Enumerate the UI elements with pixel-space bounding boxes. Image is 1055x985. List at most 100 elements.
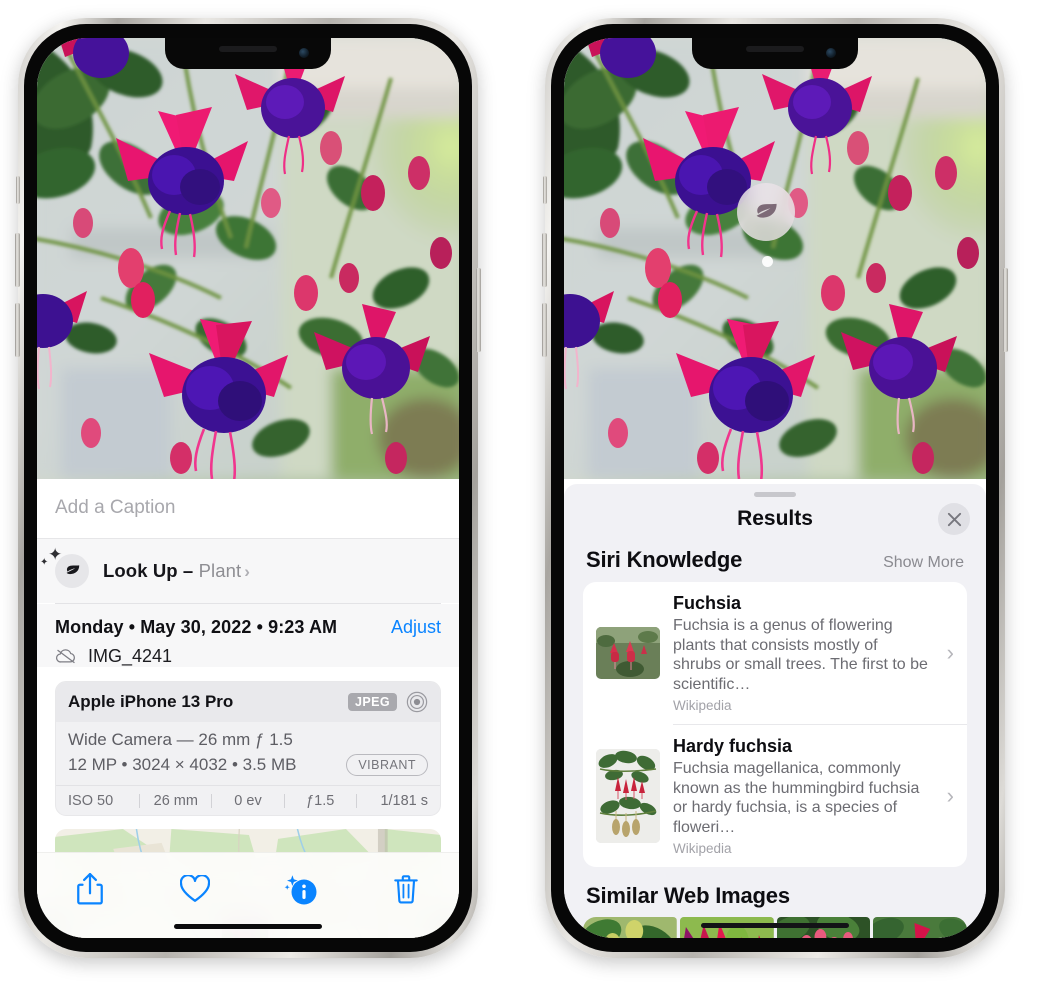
metadata-block: Monday • May 30, 2022 • 9:23 AM Adjust I…	[37, 603, 459, 667]
results-header: Results	[564, 497, 986, 541]
favorite-button[interactable]	[167, 867, 223, 911]
chevron-right-icon: ›	[946, 640, 954, 666]
sparkle-small-icon: ✦	[40, 556, 49, 568]
notch	[165, 38, 331, 69]
look-up-label: Look Up – Plant ›	[103, 560, 250, 582]
exif-aperture: ƒ1.5	[306, 792, 335, 809]
visual-look-up-badge[interactable]	[737, 183, 795, 241]
look-up-row[interactable]: ✦ ✦ Look Up – Plant ›	[37, 538, 459, 603]
thumb-hardy-fuchsia	[596, 749, 660, 844]
right-phone-screen: Results Siri Knowledge Show More Fuchsia…	[564, 38, 986, 938]
capture-date: Monday • May 30, 2022 • 9:23 AM	[55, 616, 338, 637]
front-camera-icon	[826, 48, 836, 58]
info-button[interactable]	[273, 867, 329, 911]
web-image-4[interactable]	[873, 917, 967, 938]
info-sparkle-icon	[284, 875, 317, 905]
siri-knowledge-header: Siri Knowledge Show More	[564, 541, 986, 582]
power-button[interactable]	[1003, 268, 1008, 352]
leaf-glyph	[66, 565, 79, 575]
screenshot-stage: Add a Caption ✦ ✦ Look Up – Plant › Mond…	[0, 0, 1055, 985]
cloud-slash-icon	[55, 649, 76, 664]
mute-switch[interactable]	[543, 176, 547, 204]
knowledge-thumbnail	[596, 627, 660, 680]
knowledge-source: Wikipedia	[673, 841, 732, 857]
right-phone-bezel: Results Siri Knowledge Show More Fuchsia…	[551, 24, 999, 952]
fuchsia-photo	[564, 38, 986, 479]
knowledge-description: Fuchsia is a genus of flowering plants t…	[673, 617, 928, 693]
home-indicator[interactable]	[701, 923, 849, 928]
web-thumb-1	[583, 917, 677, 938]
chevron-right-icon: ›	[244, 561, 250, 581]
power-button[interactable]	[476, 268, 481, 352]
file-row: IMG_4241	[55, 646, 441, 667]
siri-knowledge-card: Fuchsia Fuchsia is a genus of flowering …	[583, 582, 967, 868]
share-icon	[76, 873, 103, 905]
photographic-style-badge: VIBRANT	[346, 753, 428, 776]
adjust-button[interactable]: Adjust	[391, 617, 441, 638]
knowledge-text: Fuchsia Fuchsia is a genus of flowering …	[673, 593, 930, 713]
caption-row[interactable]: Add a Caption	[37, 479, 459, 539]
knowledge-source: Wikipedia	[673, 698, 732, 714]
knowledge-text: Hardy fuchsia Fuchsia magellanica, commo…	[673, 736, 930, 856]
similar-web-images-title: Similar Web Images	[586, 883, 790, 909]
left-phone-bezel: Add a Caption ✦ ✦ Look Up – Plant › Mond…	[24, 24, 472, 952]
look-up-title: Look Up –	[103, 559, 199, 581]
heart-icon	[180, 875, 211, 902]
specs-row: 12 MP • 3024 × 4032 • 3.5 MB VIBRANT	[68, 753, 428, 776]
siri-knowledge-title: Siri Knowledge	[586, 547, 743, 572]
front-camera-icon	[299, 48, 309, 58]
close-button[interactable]	[938, 503, 970, 535]
fuchsia-photo	[37, 38, 459, 479]
camera-header-badges: JPEG	[348, 691, 428, 713]
close-icon	[947, 512, 961, 526]
knowledge-description: Fuchsia magellanica, commonly known as t…	[673, 760, 920, 836]
camera-info-card: Apple iPhone 13 Pro JPEG Wide Camera — 2…	[55, 680, 441, 816]
leaf-icon	[756, 203, 777, 218]
camera-header: Apple iPhone 13 Pro JPEG	[56, 681, 440, 722]
show-more-button[interactable]: Show More	[883, 554, 964, 572]
web-image-1[interactable]	[583, 917, 677, 938]
lens-line: Wide Camera — 26 mm ƒ 1.5	[68, 729, 293, 749]
home-indicator[interactable]	[174, 924, 322, 929]
exif-iso: ISO 50	[68, 792, 114, 809]
left-phone-screen: Add a Caption ✦ ✦ Look Up – Plant › Mond…	[37, 38, 459, 938]
left-iphone-device: Add a Caption ✦ ✦ Look Up – Plant › Mond…	[15, 18, 481, 958]
results-sheet: Results Siri Knowledge Show More Fuchsia…	[564, 484, 986, 938]
sparkle-icon: ✦	[48, 544, 63, 564]
knowledge-item-fuchsia[interactable]: Fuchsia Fuchsia is a genus of flowering …	[583, 582, 967, 724]
exif-focal: 26 mm	[153, 792, 198, 809]
knowledge-title: Hardy fuchsia	[673, 736, 793, 757]
knowledge-title: Fuchsia	[673, 593, 742, 613]
camera-body: Wide Camera — 26 mm ƒ 1.5 12 MP • 3024 ×…	[56, 722, 440, 785]
look-up-category: Plant	[198, 559, 242, 581]
earpiece-speaker	[746, 46, 804, 52]
volume-down-button[interactable]	[15, 303, 20, 357]
file-name: IMG_4241	[88, 645, 173, 666]
knowledge-item-hardy-fuchsia[interactable]: Hardy fuchsia Fuchsia magellanica, commo…	[583, 725, 967, 867]
aperture-icon[interactable]	[406, 691, 428, 713]
caption-input[interactable]: Add a Caption	[55, 497, 175, 519]
format-badge: JPEG	[348, 692, 397, 711]
photo-viewer[interactable]	[564, 38, 986, 479]
share-button[interactable]	[62, 867, 118, 911]
exif-row: ISO 50 26 mm 0 ev ƒ1.5 1/181 s	[56, 784, 440, 815]
volume-up-button[interactable]	[15, 233, 20, 287]
knowledge-thumbnail	[596, 749, 660, 844]
delete-button[interactable]	[378, 867, 434, 911]
camera-device-name: Apple iPhone 13 Pro	[68, 691, 234, 711]
volume-up-button[interactable]	[542, 233, 547, 287]
photo-viewer[interactable]	[37, 38, 459, 479]
trash-icon	[394, 875, 419, 904]
exif-shutter: 1/181 s	[380, 792, 429, 809]
thumb-fuchsia	[596, 627, 660, 680]
mute-switch[interactable]	[16, 176, 20, 204]
similar-web-images-header: Similar Web Images	[564, 867, 986, 917]
chevron-right-icon: ›	[946, 783, 954, 809]
specs-line: 12 MP • 3024 × 4032 • 3.5 MB	[68, 754, 297, 774]
volume-down-button[interactable]	[542, 303, 547, 357]
notch	[692, 38, 858, 69]
exif-exposure: 0 ev	[234, 792, 262, 809]
leaf-icon: ✦ ✦	[40, 546, 89, 588]
results-title: Results	[737, 507, 813, 530]
right-iphone-device: Results Siri Knowledge Show More Fuchsia…	[542, 18, 1008, 958]
